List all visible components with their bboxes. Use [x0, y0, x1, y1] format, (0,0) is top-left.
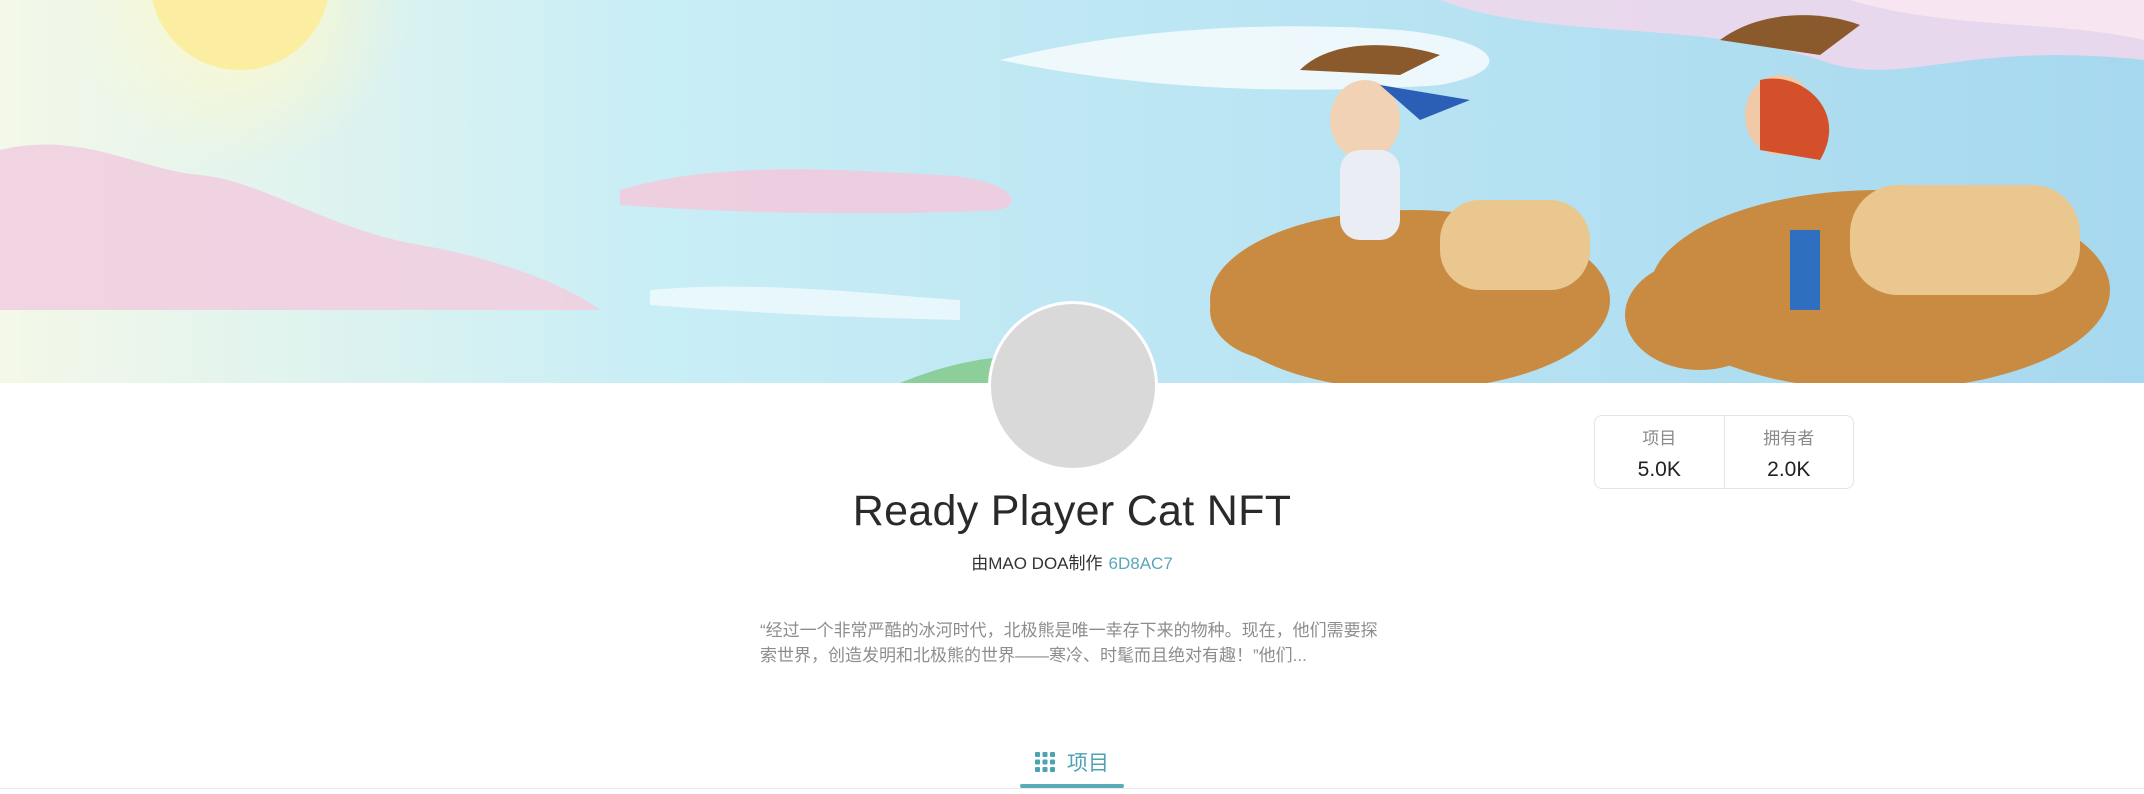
stat-items-label: 项目 [1642, 429, 1677, 448]
stat-items[interactable]: 项目 5.0K [1595, 416, 1724, 488]
creator-prefix: 由MAO DOA制作 [971, 554, 1103, 573]
stat-items-value: 5.0K [1637, 458, 1681, 481]
stat-owners-label: 拥有者 [1763, 429, 1815, 448]
collection-description[interactable]: “经过一个非常严酷的冰河时代，北极熊是唯一幸存下来的物种。现在，他们需要探索世界… [760, 618, 1386, 668]
tab-items-label: 项目 [1067, 752, 1109, 775]
grid-icon [1035, 752, 1055, 772]
stat-owners[interactable]: 拥有者 2.0K [1723, 416, 1854, 488]
stat-owners-value: 2.0K [1767, 458, 1811, 481]
collection-title: Ready Player Cat NFT [852, 487, 1292, 535]
tab-divider [0, 788, 2144, 789]
creator-line: 由MAO DOA制作 6D8AC7 [0, 552, 2144, 576]
collection-avatar [988, 301, 1158, 471]
tab-items[interactable]: 项目 [1020, 738, 1124, 786]
creator-address-link[interactable]: 6D8AC7 [1109, 554, 1173, 573]
collection-stats: 项目 5.0K 拥有者 2.0K [1594, 415, 1854, 489]
